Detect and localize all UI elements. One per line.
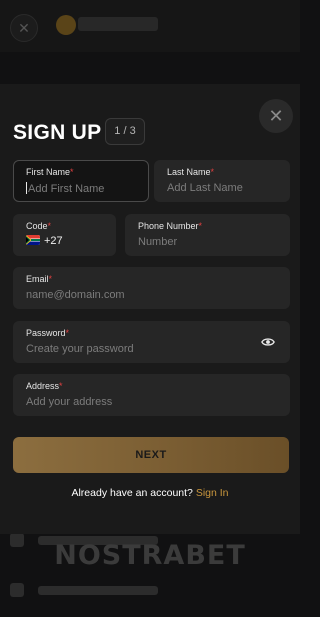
address-label: Address	[26, 381, 60, 391]
signin-prompt-line: Already have an account? Sign In	[0, 487, 300, 499]
required-marker: *	[70, 167, 74, 177]
password-placeholder: Create your password	[26, 343, 134, 355]
address-placeholder: Add your address	[26, 396, 113, 408]
country-code-select[interactable]: Code* +27	[13, 214, 116, 256]
required-marker: *	[65, 328, 70, 338]
phone-label: Phone Number	[138, 221, 199, 231]
last-name-label: Last Name	[167, 167, 211, 177]
required-marker: *	[59, 381, 63, 391]
background-menu-icon: ✕	[10, 14, 38, 42]
last-name-field[interactable]: Last Name* Add Last Name	[154, 160, 290, 202]
email-field[interactable]: Email* name@domain.com	[13, 267, 290, 309]
background-logo-icon	[56, 15, 76, 35]
close-icon[interactable]: ✕	[259, 99, 293, 133]
background-logo-text	[78, 17, 158, 31]
required-marker: *	[210, 167, 215, 177]
first-name-placeholder: Add First Name	[28, 183, 105, 195]
background-menu-item	[10, 580, 290, 602]
code-value: +27	[44, 235, 63, 247]
step-indicator: 1 / 3	[105, 118, 145, 145]
background-brand: NOSTRABET	[54, 540, 246, 571]
phone-placeholder: Number	[138, 236, 178, 248]
last-name-placeholder: Add Last Name	[167, 182, 243, 194]
signin-prompt: Already have an account?	[71, 487, 193, 499]
south-africa-flag-icon	[26, 235, 40, 245]
show-password-eye-icon[interactable]	[261, 335, 275, 349]
signup-modal: ✕ SIGN UP 1 / 3 First Name* Add First Na…	[0, 84, 300, 534]
phone-number-field[interactable]: Phone Number* Number	[125, 214, 290, 256]
background-top-bar: ✕	[0, 0, 300, 52]
required-marker: *	[198, 221, 203, 231]
required-marker: *	[47, 221, 52, 231]
background-item-icon	[10, 583, 24, 597]
email-label: Email	[26, 274, 49, 284]
first-name-field[interactable]: First Name* Add First Name	[13, 160, 149, 202]
email-placeholder: name@domain.com	[26, 289, 125, 301]
first-name-label: First Name	[26, 167, 71, 177]
required-marker: *	[48, 274, 53, 284]
text-caret	[26, 182, 27, 194]
password-field[interactable]: Password* Create your password	[13, 321, 290, 363]
next-button[interactable]: NEXT	[13, 437, 289, 473]
modal-title: SIGN UP	[13, 121, 102, 144]
password-label: Password	[26, 328, 66, 338]
code-label: Code	[26, 221, 48, 231]
signin-link[interactable]: Sign In	[196, 487, 229, 499]
address-field[interactable]: Address* Add your address	[13, 374, 290, 416]
